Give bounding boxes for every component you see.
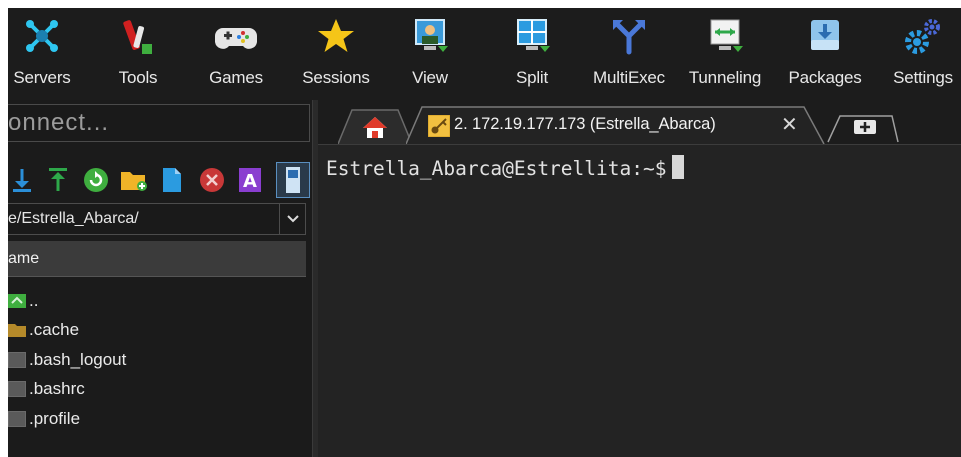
chevron-down-icon[interactable] xyxy=(279,204,305,234)
delete-icon[interactable] xyxy=(198,164,226,196)
games-button[interactable]: Games xyxy=(200,8,272,100)
main-toolbar: Servers Tools Games Sessions View Split … xyxy=(8,8,961,100)
tools-button[interactable]: Tools xyxy=(106,8,170,100)
file-list: .. .cache .bash_logout .bashrc .profile xyxy=(8,286,306,434)
terminal-panel[interactable]: Estrella_Abarca@Estrellita:~$ xyxy=(318,144,961,457)
file-icon xyxy=(8,381,26,398)
file-name: .bash_logout xyxy=(29,349,127,369)
sftp-sidebar: A e/Estrella_Abarca/ ame .. .cache xyxy=(8,100,312,457)
tools-icon xyxy=(116,14,160,58)
new-file-icon[interactable] xyxy=(158,164,186,196)
file-name: .. xyxy=(29,290,39,310)
file-icon xyxy=(8,351,26,368)
session-tab-title: 2. 172.19.177.173 (Estrella_Abarca) xyxy=(454,115,716,133)
view-button[interactable]: View xyxy=(402,8,458,100)
sessions-icon xyxy=(314,14,358,58)
folder-icon xyxy=(8,324,26,338)
close-tab-icon[interactable]: ✕ xyxy=(781,112,798,137)
new-tab-button[interactable] xyxy=(818,108,902,144)
name-column-label: ame xyxy=(8,250,40,267)
packages-button[interactable]: Packages xyxy=(780,8,870,100)
prompt-text: Estrella_Abarca@Estrellita:~$ xyxy=(326,157,667,180)
svg-text:A: A xyxy=(243,171,257,192)
servers-icon xyxy=(20,14,64,58)
new-folder-icon[interactable] xyxy=(120,164,148,196)
terminal-cursor xyxy=(672,155,685,179)
multiexec-label: MultiExec xyxy=(593,68,665,87)
split-icon xyxy=(510,14,554,58)
games-icon xyxy=(214,14,258,58)
tools-label: Tools xyxy=(118,68,158,87)
view-label: View xyxy=(412,68,448,87)
split-label: Split xyxy=(515,68,549,87)
split-button[interactable]: Split xyxy=(504,8,560,100)
file-name: .cache xyxy=(29,320,80,340)
follow-terminal-icon[interactable] xyxy=(276,162,310,198)
refresh-icon[interactable] xyxy=(82,164,110,196)
download-icon[interactable] xyxy=(8,164,36,196)
file-name: .profile xyxy=(29,408,81,428)
file-row-bash-logout[interactable]: .bash_logout xyxy=(8,345,306,375)
sessions-button[interactable]: Sessions xyxy=(296,8,376,100)
file-row-parent[interactable]: .. xyxy=(8,286,306,316)
settings-label: Settings xyxy=(893,68,953,87)
plus-icon xyxy=(854,120,876,134)
remote-path-select[interactable]: e/Estrella_Abarca/ xyxy=(8,203,306,235)
file-row-cache[interactable]: .cache xyxy=(8,316,306,346)
session-tab-bar: 2. 172.19.177.173 (Estrella_Abarca) ✕ xyxy=(318,100,961,145)
servers-button[interactable]: Servers xyxy=(8,8,76,100)
file-row-profile[interactable]: .profile xyxy=(8,404,306,434)
tunneling-button[interactable]: Tunneling xyxy=(682,8,768,100)
quick-connect-box[interactable] xyxy=(8,104,310,142)
multiexec-button[interactable]: MultiExec xyxy=(586,8,672,100)
games-label: Games xyxy=(209,68,263,87)
packages-icon xyxy=(803,14,847,58)
parent-folder-icon xyxy=(8,293,26,308)
settings-icon xyxy=(901,14,945,58)
settings-button[interactable]: Settings xyxy=(884,8,961,100)
name-column-header[interactable]: ame xyxy=(8,241,306,277)
sessions-label: Sessions xyxy=(302,68,370,87)
file-name: .bashrc xyxy=(29,379,85,399)
tunneling-icon xyxy=(703,14,747,58)
terminal-prompt: Estrella_Abarca@Estrellita:~$ xyxy=(326,155,685,180)
remote-path-value: e/Estrella_Abarca/ xyxy=(8,210,139,227)
quick-connect-input[interactable] xyxy=(8,105,309,141)
file-icon xyxy=(8,410,26,427)
upload-icon[interactable] xyxy=(44,164,72,196)
servers-label: Servers xyxy=(13,68,71,87)
packages-label: Packages xyxy=(788,68,862,87)
ssh-key-icon xyxy=(428,115,450,137)
file-row-bashrc[interactable]: .bashrc xyxy=(8,375,306,405)
mobaxterm-window: Servers Tools Games Sessions View Split … xyxy=(8,8,961,457)
tunneling-label: Tunneling xyxy=(688,68,762,87)
multiexec-icon xyxy=(607,14,651,58)
ssh-session-tab[interactable]: 2. 172.19.177.173 (Estrella_Abarca) ✕ xyxy=(406,106,826,144)
view-icon xyxy=(408,14,452,58)
home-tab[interactable] xyxy=(337,108,413,145)
sftp-toolbar: A xyxy=(8,162,312,202)
rename-icon[interactable]: A xyxy=(236,164,264,196)
